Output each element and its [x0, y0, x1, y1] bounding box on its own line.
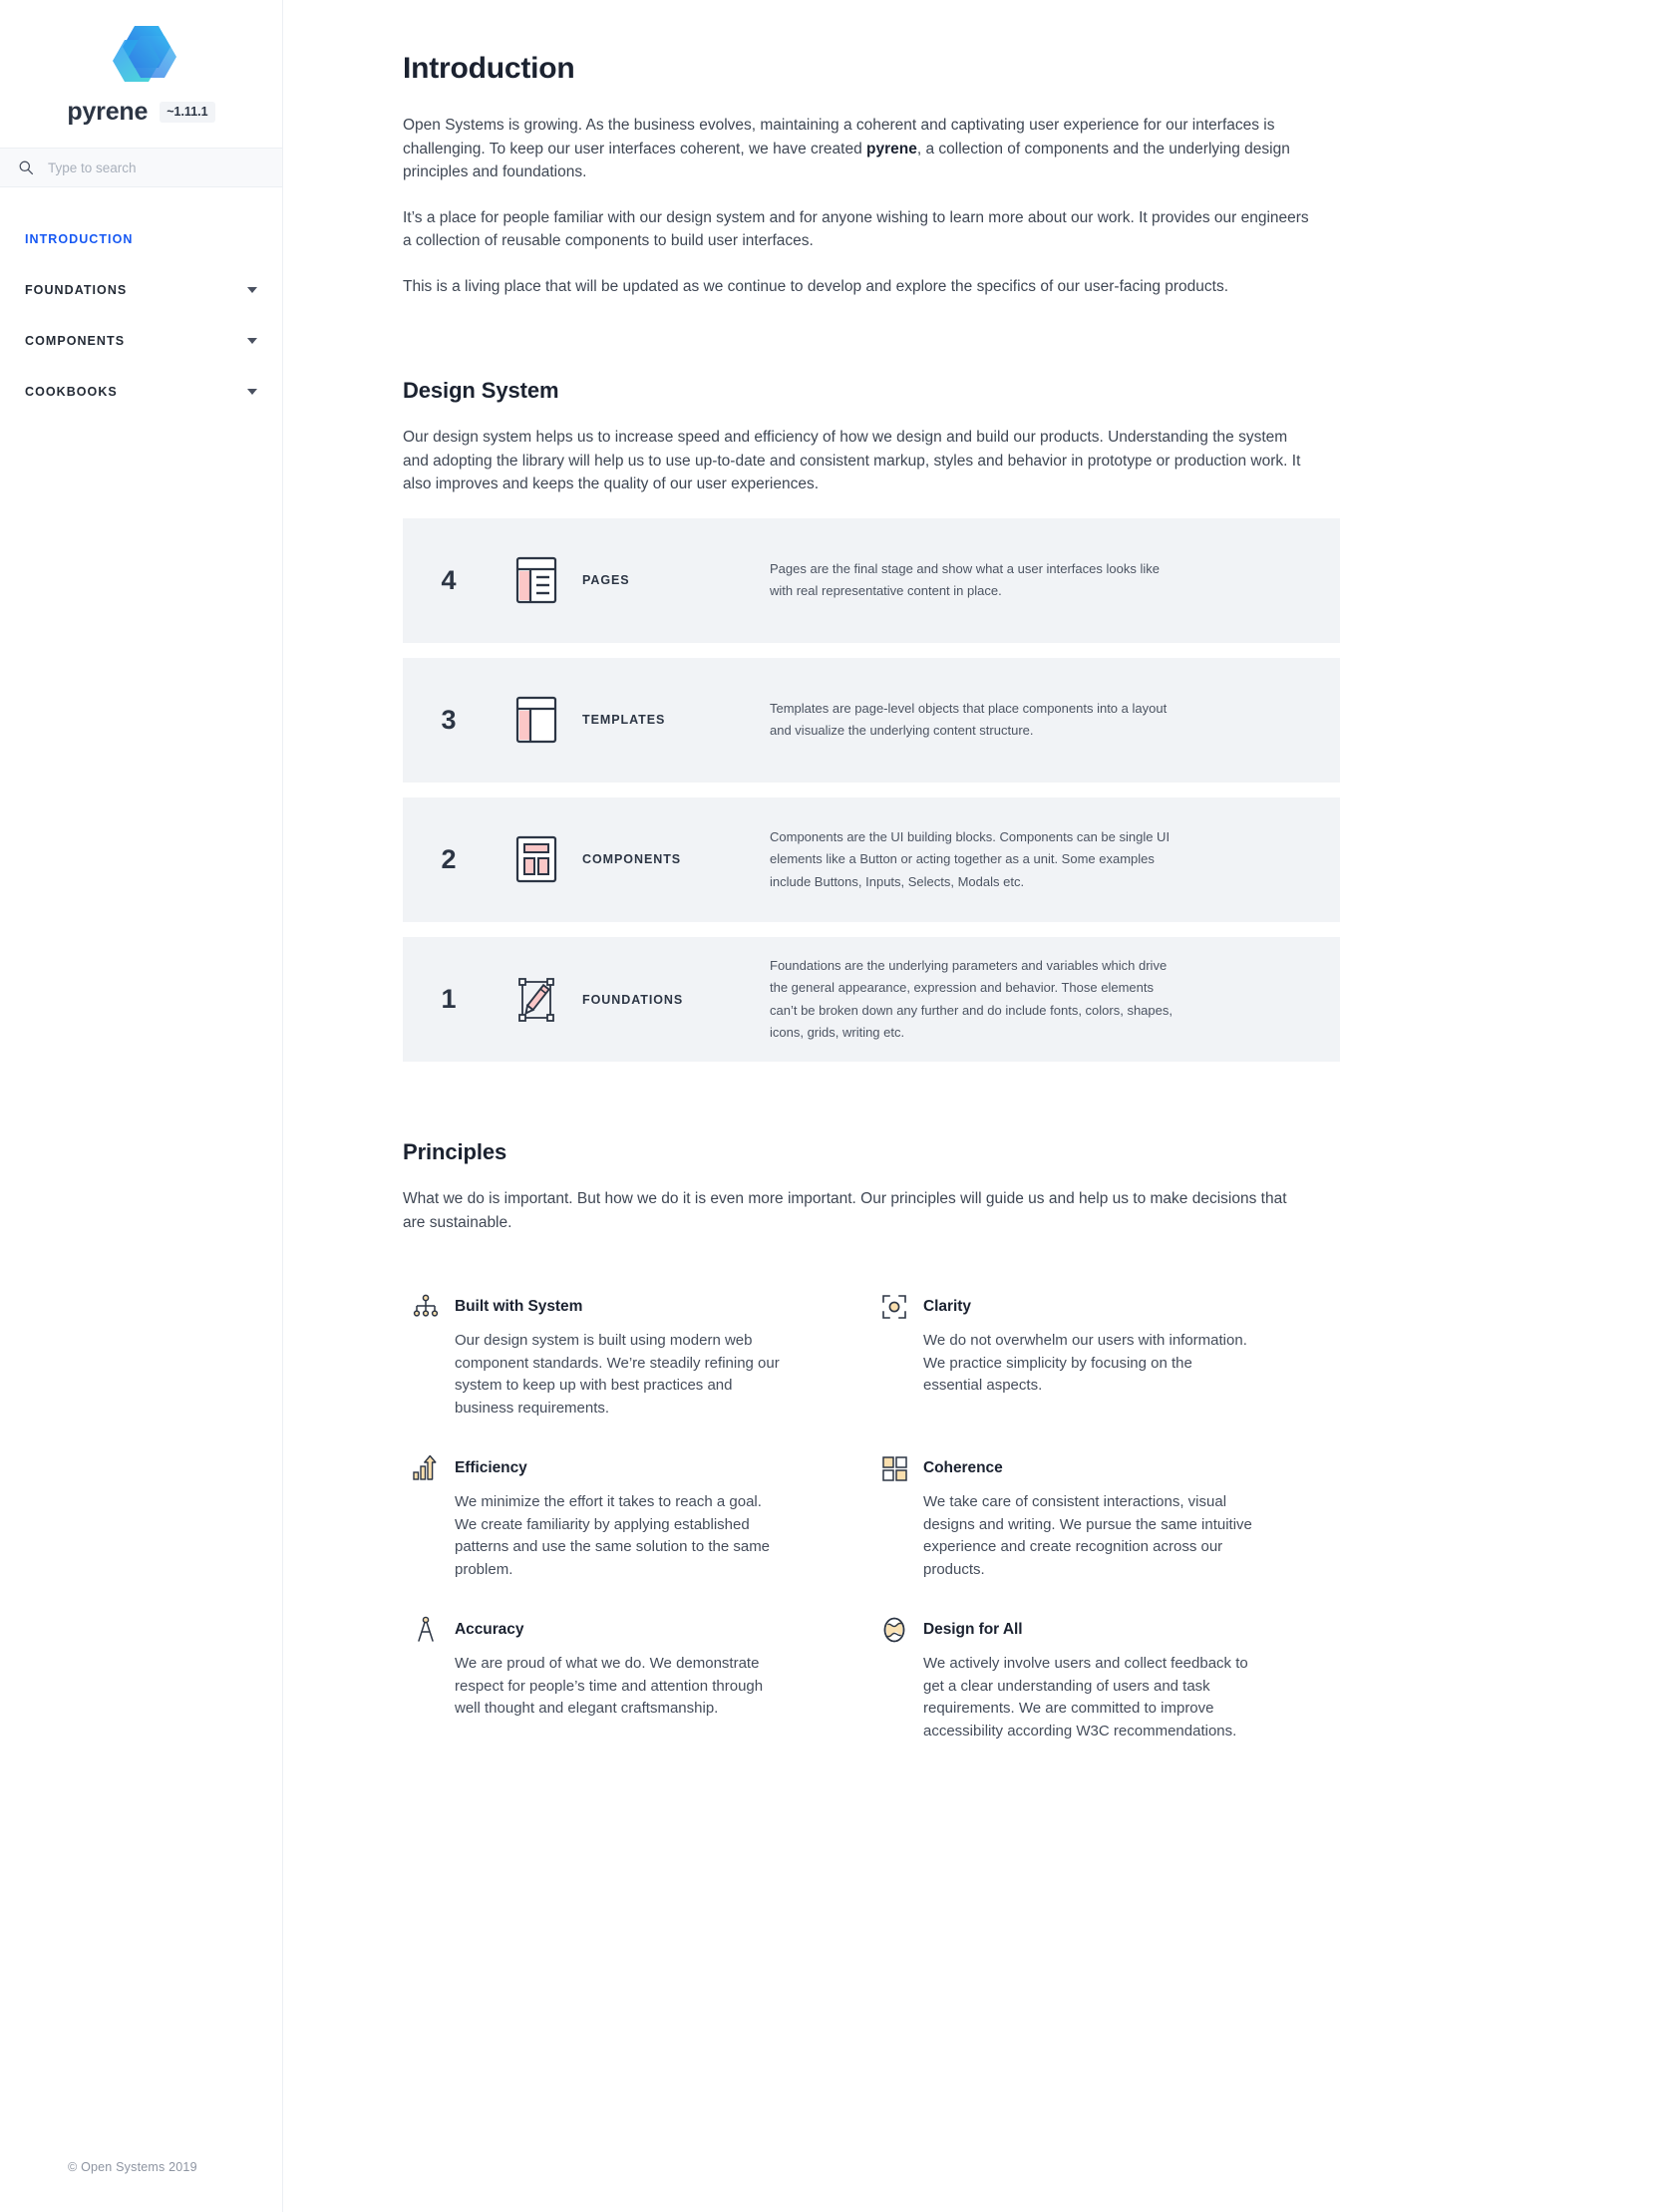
sidebar-item-label: COMPONENTS: [25, 333, 126, 348]
version-badge: ~1.11.1: [160, 102, 215, 123]
design-card-templates[interactable]: 3 TEMPLATES Templates are page-level obj…: [403, 657, 1340, 783]
design-system-title: Design System: [403, 378, 559, 404]
design-card-foundations[interactable]: 1 FOUNDATIONS Foundations are the underl…: [403, 936, 1340, 1063]
principle-text: We are proud of what we do. We demonstra…: [455, 1655, 764, 1718]
principle-text: We actively involve users and collect fe…: [923, 1655, 1248, 1739]
pyrene-hexagon-logo-icon: [99, 18, 184, 94]
grid-squares-icon: [882, 1456, 907, 1482]
sidebar-item-introduction[interactable]: INTRODUCTION: [0, 213, 282, 264]
design-card-components[interactable]: 2 COMPONENTS Components are the UI build…: [403, 796, 1340, 922]
sidebar: pyrene ~1.11.1 INTRODUCTION FOUNDATIONS …: [0, 0, 283, 2212]
principle-header: Efficiency: [411, 1453, 879, 1483]
footer-copyright: © Open Systems 2019: [68, 2160, 197, 2174]
principles-title: Principles: [403, 1139, 507, 1165]
bar-chart-arrow-icon: [413, 1455, 437, 1481]
brand-header[interactable]: pyrene ~1.11.1: [0, 0, 282, 148]
sidebar-nav: INTRODUCTION FOUNDATIONS COMPONENTS COOK…: [0, 187, 282, 417]
search-input[interactable]: [48, 159, 237, 175]
sidebar-item-cookbooks[interactable]: COOKBOOKS: [0, 366, 282, 417]
principle-title: Built with System: [455, 1298, 583, 1316]
principle-title: Accuracy: [455, 1621, 524, 1639]
intro-paragraph-1: Open Systems is growing. As the business…: [403, 114, 1310, 184]
pages-icon: [495, 556, 578, 604]
principle-title: Efficiency: [455, 1459, 527, 1477]
card-number: 4: [441, 564, 457, 595]
compass-divider-icon: [418, 1617, 434, 1643]
principle-text: We do not overwhelm our users with infor…: [923, 1332, 1247, 1395]
principle-header: Clarity: [879, 1292, 1348, 1322]
intro-p1-bold: pyrene: [866, 140, 917, 158]
intro-paragraph-2: It’s a place for people familiar with ou…: [403, 208, 1309, 250]
chevron-down-icon: [247, 337, 257, 344]
principle-header: Accuracy: [411, 1615, 879, 1645]
principle-coherence: Coherence We take care of consistent int…: [879, 1453, 1348, 1581]
principles-grid: Built with System Our design system is b…: [403, 1292, 1340, 1742]
hierarchy-icon: [413, 1295, 439, 1318]
main-content: Introduction Open Systems is growing. As…: [283, 0, 1675, 2212]
principle-title: Clarity: [923, 1298, 971, 1316]
principle-text: We minimize the effort it takes to reach…: [455, 1493, 771, 1578]
principle-clarity: Clarity We do not overwhelm our users wi…: [879, 1292, 1348, 1420]
search-bar[interactable]: [0, 148, 282, 187]
foundations-icon: [495, 976, 578, 1024]
search-icon: [19, 160, 34, 175]
card-description: Foundations are the underlying parameter…: [770, 957, 1172, 1040]
sidebar-item-label: FOUNDATIONS: [25, 282, 128, 297]
card-label: TEMPLATES: [582, 713, 666, 728]
design-card-pages[interactable]: 4 PAGES Pages are the final stage and sh…: [403, 517, 1340, 643]
design-system-cards: 4 PAGES Pages are the final stage and sh…: [403, 517, 1340, 1063]
sidebar-item-foundations[interactable]: FOUNDATIONS: [0, 264, 282, 315]
principles-intro: What we do is important. But how we do i…: [403, 1190, 1287, 1231]
card-number: 2: [441, 843, 457, 874]
card-number: 3: [441, 704, 457, 735]
principle-text: We take care of consistent interactions,…: [923, 1493, 1252, 1578]
page-title: Introduction: [403, 52, 575, 85]
card-description: Components are the UI building blocks. C…: [770, 828, 1171, 889]
card-label: PAGES: [582, 573, 630, 588]
principle-title: Design for All: [923, 1621, 1023, 1639]
card-label: FOUNDATIONS: [582, 992, 684, 1007]
card-description: Pages are the final stage and show what …: [770, 561, 1160, 599]
brand-name: pyrene: [67, 98, 149, 126]
card-label: COMPONENTS: [582, 852, 682, 867]
chevron-down-icon: [247, 286, 257, 293]
principle-header: Built with System: [411, 1292, 879, 1322]
footer: © Open Systems 2019: [0, 2122, 1675, 2212]
page-root: pyrene ~1.11.1 INTRODUCTION FOUNDATIONS …: [0, 0, 1675, 2212]
brand-name-row: pyrene ~1.11.1: [67, 98, 215, 127]
focus-target-icon: [882, 1295, 906, 1320]
principle-title: Coherence: [923, 1459, 1003, 1477]
principle-built-with-system: Built with System Our design system is b…: [411, 1292, 879, 1420]
principle-accuracy: Accuracy We are proud of what we do. We …: [411, 1615, 879, 1742]
principle-text: Our design system is built using modern …: [455, 1332, 780, 1417]
chevron-down-icon: [247, 388, 257, 395]
globe-icon: [883, 1618, 905, 1643]
intro-paragraph-3: This is a living place that will be upda…: [403, 277, 1229, 295]
design-system-intro: Our design system helps us to increase s…: [403, 429, 1301, 493]
sidebar-item-label: COOKBOOKS: [25, 384, 118, 399]
sidebar-item-label: INTRODUCTION: [25, 231, 134, 246]
card-description: Templates are page-level objects that pl…: [770, 701, 1168, 739]
components-icon: [495, 835, 578, 883]
principle-design-for-all: Design for All We actively involve users…: [879, 1615, 1348, 1742]
sidebar-item-components[interactable]: COMPONENTS: [0, 315, 282, 366]
principle-header: Coherence: [879, 1453, 1348, 1483]
card-number: 1: [441, 984, 457, 1015]
principle-header: Design for All: [879, 1615, 1348, 1645]
principle-efficiency: Efficiency We minimize the effort it tak…: [411, 1453, 879, 1581]
templates-icon: [495, 696, 578, 744]
